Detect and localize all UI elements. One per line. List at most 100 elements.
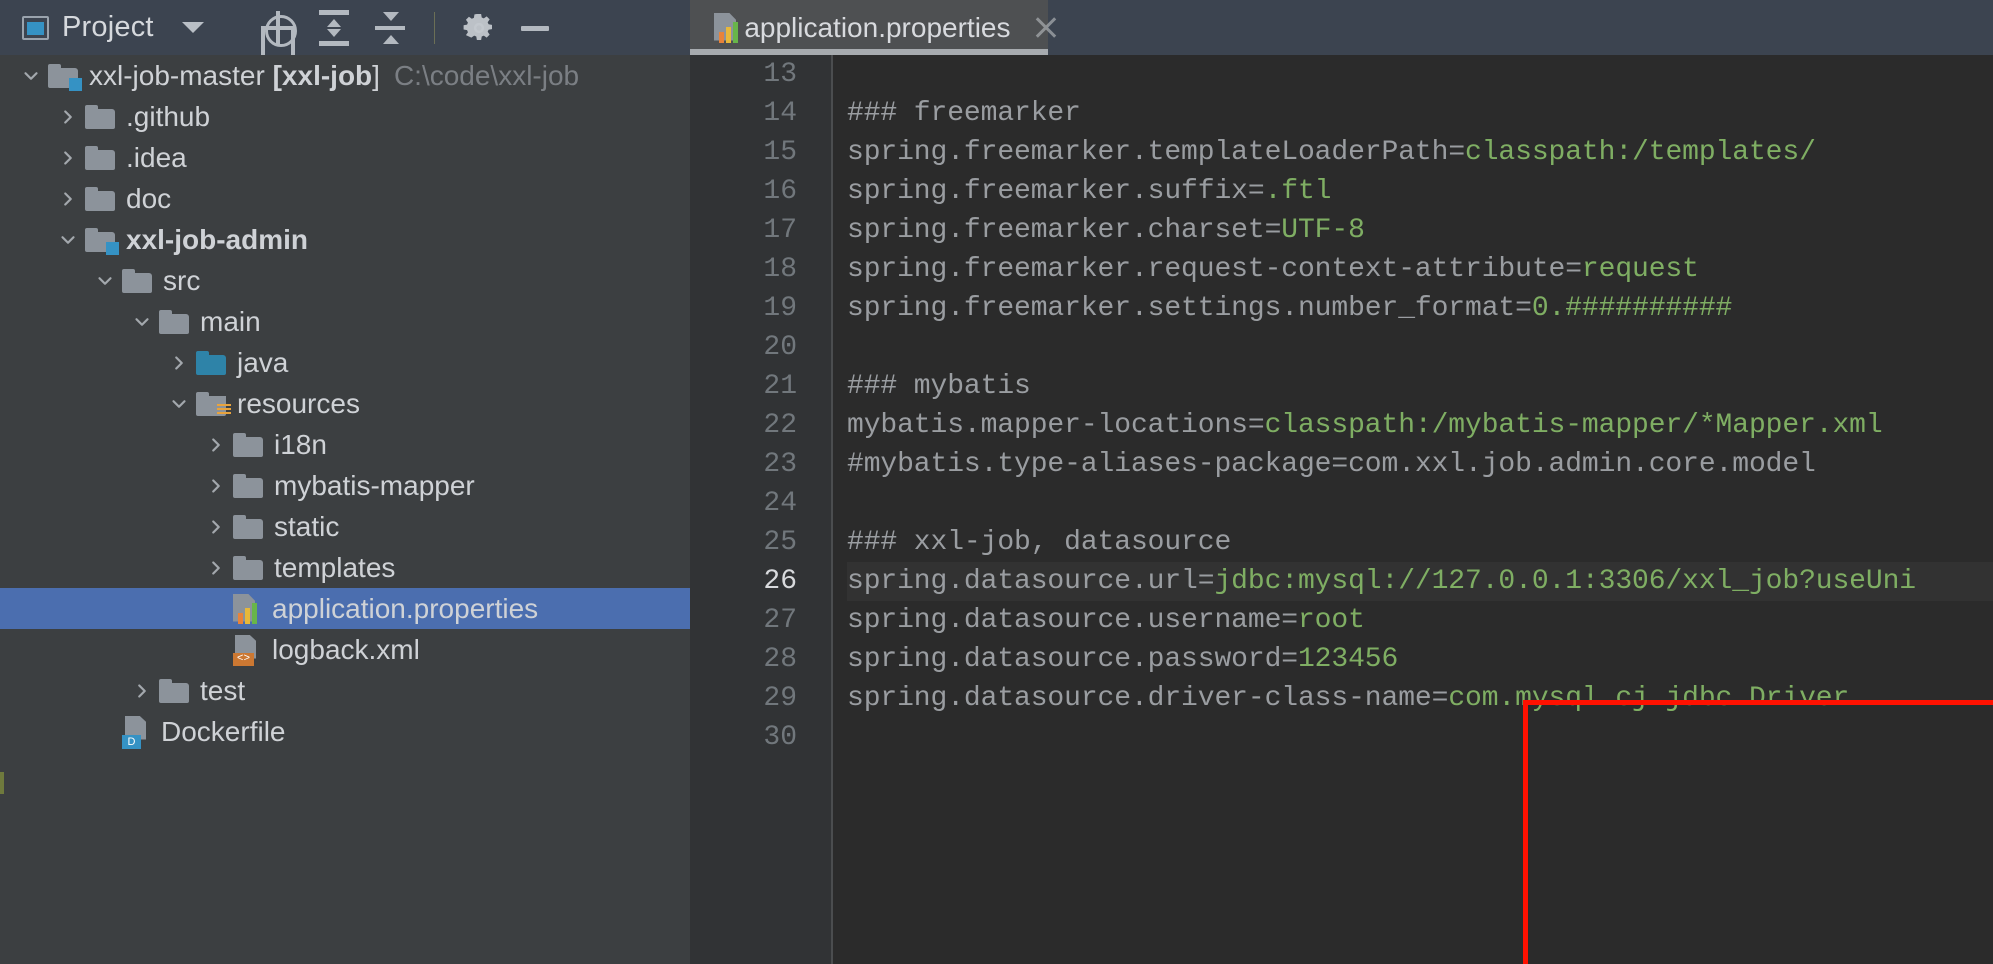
chevron-right-icon[interactable]	[51, 147, 85, 169]
code-line[interactable]: mybatis.mapper-locations=classpath:/myba…	[847, 406, 1993, 445]
tree-item-i18n[interactable]: i18n	[0, 424, 690, 465]
chevron-down-icon[interactable]	[51, 229, 85, 251]
tree-item-static[interactable]: static	[0, 506, 690, 547]
source-root-folder-icon	[196, 350, 226, 375]
gutter-line-number: 30	[763, 722, 797, 753]
tree-item-application-properties[interactable]: application.properties	[0, 588, 690, 629]
code-line[interactable]	[847, 718, 1993, 757]
expand-all-icon	[317, 9, 351, 46]
minimize-icon	[518, 11, 552, 45]
hide-button[interactable]	[509, 2, 561, 54]
tree-item-main[interactable]: main	[0, 301, 690, 342]
property-key: spring.datasource.url	[847, 566, 1198, 597]
code-line[interactable]: ### freemarker	[847, 94, 1993, 133]
tree-item-label: xxl-job-master [xxl-job]	[89, 59, 380, 91]
project-tool-window-header[interactable]: Project	[22, 11, 154, 44]
editor-body[interactable]: 13 14 15 16 17 18 19 20 21 22 23 24 25 26 27 28 29 30 ###…	[690, 55, 1993, 964]
folder-icon	[233, 514, 263, 539]
gutter-line-number: 19	[763, 293, 797, 324]
code-line[interactable]: spring.freemarker.charset=UTF-8	[847, 211, 1993, 250]
code-line[interactable]: ### mybatis	[847, 367, 1993, 406]
chevron-right-icon[interactable]	[51, 188, 85, 210]
tree-item-label: resources	[237, 387, 360, 419]
tree-item-label: java	[237, 346, 289, 378]
tree-item-dockerfile[interactable]: D Dockerfile	[0, 711, 690, 752]
tree-item-xxl-job-master[interactable]: xxl-job-master [xxl-job] C:\code\xxl-job	[0, 55, 690, 96]
tree-item-templates[interactable]: templates	[0, 547, 690, 588]
tree-item-label: main	[200, 305, 261, 337]
gutter-line-number: 18	[763, 254, 797, 285]
code-line[interactable]: spring.datasource.driver-class-name=com.…	[847, 679, 1993, 718]
tree-item--idea[interactable]: .idea	[0, 137, 690, 178]
property-separator: =	[1565, 254, 1582, 285]
property-key: spring.datasource.driver-class-name	[847, 683, 1432, 714]
chevron-right-icon[interactable]	[199, 434, 233, 456]
tree-item-xxl-job-admin[interactable]: xxl-job-admin	[0, 219, 690, 260]
code-line[interactable]: spring.freemarker.suffix=.ftl	[847, 172, 1993, 211]
editor-code-content[interactable]: ### freemarker spring.freemarker.template…	[833, 55, 1993, 964]
tree-item-logback-xml[interactable]: <> logback.xml	[0, 629, 690, 670]
gutter-line-number: 27	[763, 605, 797, 636]
property-value: root	[1297, 605, 1365, 636]
chevron-right-icon[interactable]	[199, 516, 233, 538]
tree-item-doc[interactable]: doc	[0, 178, 690, 219]
folder-icon	[233, 432, 263, 457]
chevron-down-icon[interactable]	[181, 22, 204, 33]
code-line[interactable]: ### xxl-job, datasource	[847, 523, 1993, 562]
folder-icon	[233, 555, 263, 580]
tree-item-label: src	[163, 264, 201, 296]
folder-icon	[85, 186, 115, 211]
code-line[interactable]	[847, 484, 1993, 523]
property-value: classpath:/mybatis-mapper/*Mapper.xml	[1264, 410, 1883, 441]
close-icon[interactable]	[1031, 13, 1049, 43]
code-line[interactable]: #mybatis.type-aliases-package=com.xxl.jo…	[847, 445, 1993, 484]
chevron-right-icon[interactable]	[51, 106, 85, 128]
select-opened-file-button[interactable]	[252, 2, 304, 54]
property-key: spring.datasource.password	[847, 644, 1282, 675]
code-line[interactable]: spring.datasource.url=jdbc:mysql://127.0…	[847, 562, 1993, 601]
tree-item-java[interactable]: java	[0, 342, 690, 383]
tree-item-test[interactable]: test	[0, 670, 690, 711]
chevron-down-icon[interactable]	[162, 393, 196, 415]
collapse-all-button[interactable]	[364, 2, 416, 54]
code-line[interactable]: spring.freemarker.request-context-attrib…	[847, 250, 1993, 289]
xml-file-icon: <>	[233, 634, 261, 666]
code-line[interactable]	[847, 55, 1993, 94]
project-toolbar: Project	[0, 0, 690, 55]
editor-gutter[interactable]: 13 14 15 16 17 18 19 20 21 22 23 24 25 26 27 28 29 30	[690, 55, 833, 964]
gutter-line-number: 14	[763, 98, 797, 129]
chevron-down-icon[interactable]	[125, 311, 159, 333]
code-line[interactable]: spring.freemarker.settings.number_format…	[847, 289, 1993, 328]
property-value: jdbc:mysql://127.0.0.1:3306/xxl_job?useU…	[1214, 566, 1916, 597]
vcs-change-marker	[0, 772, 4, 794]
chevron-right-icon[interactable]	[199, 557, 233, 579]
tree-item-resources[interactable]: resources	[0, 383, 690, 424]
editor-tab-application-properties[interactable]: application.properties	[690, 0, 1048, 55]
tree-item-src[interactable]: src	[0, 260, 690, 301]
code-line[interactable]: spring.freemarker.templateLoaderPath=cla…	[847, 133, 1993, 172]
tree-item-label: xxl-job-admin	[126, 223, 309, 255]
tree-item-label: Dockerfile	[161, 715, 286, 747]
tree-item-mybatis-mapper[interactable]: mybatis-mapper	[0, 465, 690, 506]
chevron-right-icon[interactable]	[162, 352, 196, 374]
project-tool-window: Project xxl-job-master [xxl-job] C:\code…	[0, 0, 690, 964]
property-key: spring.freemarker.templateLoaderPath	[847, 137, 1449, 168]
chevron-right-icon[interactable]	[199, 475, 233, 497]
expand-all-button[interactable]	[308, 2, 360, 54]
property-value: 0.##########	[1531, 293, 1733, 324]
chevron-down-icon[interactable]	[88, 270, 122, 292]
code-line[interactable]	[847, 328, 1993, 367]
property-value: com.mysql.cj.jdbc.Driver	[1448, 683, 1850, 714]
properties-file-icon	[233, 593, 261, 624]
property-value: request	[1581, 254, 1699, 285]
project-file-tree[interactable]: xxl-job-master [xxl-job] C:\code\xxl-job.…	[0, 55, 690, 964]
code-line[interactable]: spring.datasource.password=123456	[847, 640, 1993, 679]
chevron-right-icon[interactable]	[125, 680, 159, 702]
code-line[interactable]: spring.datasource.username=root	[847, 601, 1993, 640]
tree-item-label: .idea	[126, 141, 187, 173]
tree-item--github[interactable]: .github	[0, 96, 690, 137]
chevron-down-icon[interactable]	[14, 65, 48, 87]
settings-button[interactable]	[453, 2, 505, 54]
module-folder-icon	[48, 63, 82, 91]
gutter-line-number: 26	[763, 566, 797, 597]
